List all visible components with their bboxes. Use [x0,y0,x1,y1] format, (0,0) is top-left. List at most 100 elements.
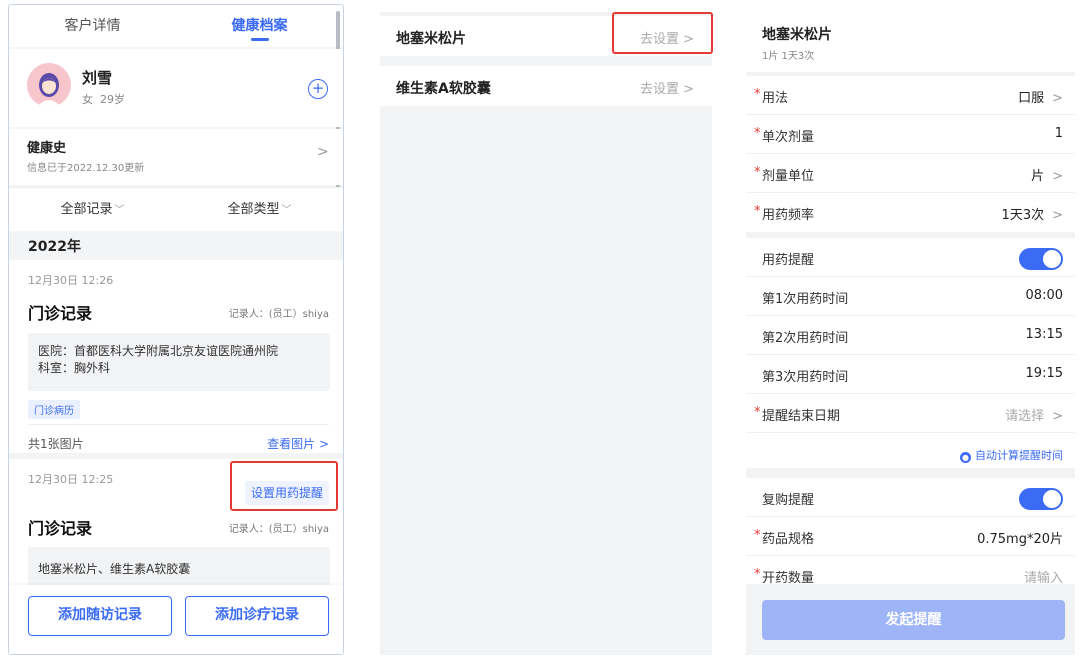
dose-time-row[interactable]: 第3次用药时间 19:15 [746,355,1075,394]
record-time: 12月30日 12:26 [28,274,114,287]
tab-bar: 客户详情 健康档案 [9,5,343,47]
filter-all-types[interactable]: 全部类型 ﹀ [176,188,343,231]
field-label: 用药频率 [762,208,815,223]
add-followup-button[interactable]: 添加随访记录 [28,596,172,636]
medication-reminder-row: 用药提醒 [746,238,1075,277]
record-time: 12月30日 12:25 [28,473,114,486]
submit-bar: 发起提醒 [746,584,1075,655]
medication-reminder-toggle[interactable] [1019,248,1063,270]
required-mark: * [754,405,761,420]
avatar [27,63,71,107]
chevron-right-icon: > [1052,169,1063,184]
rebuy-reminder-toggle[interactable] [1019,488,1063,510]
bottom-action-bar: 添加随访记录 添加诊疗记录 [9,585,343,654]
field-label: 用法 [762,91,789,106]
record-recorder: 记录人：(员工）shiya [228,524,329,535]
filter-all-types-label: 全部类型 [227,202,280,217]
medicine-name: 地塞米松片 [396,31,466,47]
view-images-link[interactable]: 查看图片 > [267,435,329,452]
add-treatment-button[interactable]: 添加诊疗记录 [185,596,329,636]
health-history-title: 健康史 [27,141,67,156]
record-card[interactable]: 12月30日 12:26 门诊记录 记录人：(员工）shiya 医院：首都医科大… [9,260,343,453]
customer-card: 刘雪 女 29岁 + [9,49,343,127]
field-usage[interactable]: * 用法 口服 > [746,76,1075,115]
customer-health-panel: 客户详情 健康档案 刘雪 女 29岁 + 健康史 信息已于2022.12.30更… [8,4,344,655]
field-value: 口服 > [1018,87,1063,106]
field-value: 片 > [1031,165,1063,184]
field-label: 第2次用药时间 [762,331,849,346]
chevron-right-icon: > [317,144,329,160]
filter-bar: 全部记录 ﹀ 全部类型 ﹀ [9,187,343,231]
record-title: 门诊记录 [28,519,93,538]
clock-icon: ● [960,452,971,463]
record-detail-box: 医院：首都医科大学附属北京友谊医院通州院 科室：胸外科 [28,333,330,391]
required-mark: * [754,126,761,141]
field-dose-unit[interactable]: * 剂量单位 片 > [746,154,1075,193]
tab-health-record[interactable]: 健康档案 [176,5,343,47]
go-set-link[interactable]: 去设置 > [640,78,694,97]
reminder-settings-panel: 地塞米松片 1片 1天3次 * 用法 口服 > * 单次剂量 1 * 剂量单位 片… [746,4,1075,655]
required-mark: * [754,567,761,582]
field-label: 药品规格 [762,532,815,547]
health-history-updated: 信息已于2022.12.30更新 [27,163,145,174]
field-value: 1天3次 > [1002,204,1063,223]
record-recorder: 记录人：(员工）shiya [228,309,329,320]
field-frequency[interactable]: * 用药频率 1天3次 > [746,193,1075,232]
field-label: 第1次用药时间 [762,292,849,307]
chevron-right-icon: > [1052,208,1063,223]
dose-time-row[interactable]: 第2次用药时间 13:15 [746,316,1075,355]
year-header: 2022年 [28,239,81,255]
field-label: 提醒结束日期 [762,409,841,424]
chevron-right-icon: > [1052,91,1063,106]
medicine-row[interactable]: 维生素A软胶囊 去设置 > [380,66,712,106]
rebuy-reminder-section: 复购提醒 * 药品规格 0.75mg*20片 * 开药数量 请输入 [746,478,1075,593]
highlight-box [612,12,713,54]
field-placeholder: 请选择 > [1005,405,1063,424]
highlight-box [230,461,338,511]
customer-meta: 女 29岁 [82,91,125,107]
required-mark: * [754,528,761,543]
tab-customer-detail[interactable]: 客户详情 [9,5,176,47]
drug-header: 地塞米松片 1片 1天3次 [746,4,1075,72]
field-placeholder-text: 请选择 [1005,409,1045,424]
rebuy-reminder-row: 复购提醒 [746,478,1075,517]
field-label: 单次剂量 [762,130,815,145]
customer-name: 刘雪 [82,69,113,87]
drug-summary: 1片 1天3次 [762,51,815,62]
field-label: 用药提醒 [762,253,815,268]
drug-name: 地塞米松片 [762,27,832,43]
chevron-down-icon: ﹀ [114,205,125,216]
field-value: 19:15 [1025,366,1063,381]
dosage-section: * 用法 口服 > * 单次剂量 1 * 剂量单位 片 > * 用药频率 1天3次 > [746,76,1075,232]
add-icon[interactable]: + [308,79,328,99]
filter-all-records[interactable]: 全部记录 ﹀ [9,188,176,231]
record-dept: 科室：胸外科 [38,361,111,375]
chevron-down-icon: ﹀ [281,205,292,216]
required-mark: * [754,87,761,102]
medicine-list-panel: 地塞米松片 去设置 > 维生素A软胶囊 去设置 > [380,12,712,655]
auto-calc-link[interactable]: ● 自动计算提醒时间 [960,447,1063,463]
divider [28,424,329,425]
field-label: 复购提醒 [762,493,815,508]
chevron-right-icon: > [1052,409,1063,424]
end-date-row[interactable]: * 提醒结束日期 请选择 > [746,394,1075,433]
woman-avatar-icon [37,73,61,107]
field-value-text: 片 [1031,169,1045,184]
record-title: 门诊记录 [28,304,93,323]
customer-age: 29岁 [100,93,125,106]
field-value-text: 口服 [1018,91,1045,106]
auto-calc-label: 自动计算提醒时间 [975,449,1063,462]
image-count: 共1张图片 [28,437,84,451]
field-value: 08:00 [1025,288,1063,303]
medicine-name: 维生素A软胶囊 [396,81,491,97]
health-history-row[interactable]: 健康史 信息已于2022.12.30更新 > [9,129,343,185]
record-hospital: 医院：首都医科大学附属北京友谊医院通州院 [38,344,279,358]
filter-all-records-label: 全部记录 [60,202,113,217]
drug-spec-row[interactable]: * 药品规格 0.75mg*20片 [746,517,1075,556]
medication-reminder-section: 用药提醒 第1次用药时间 08:00 第2次用药时间 13:15 第3次用药时间… [746,238,1075,468]
dose-time-row[interactable]: 第1次用药时间 08:00 [746,277,1075,316]
record-medicines: 地塞米松片、维生素A软胶囊 [38,562,191,576]
field-value: 1 [1054,126,1063,141]
submit-reminder-button[interactable]: 发起提醒 [762,600,1065,640]
field-single-dose[interactable]: * 单次剂量 1 [746,115,1075,154]
